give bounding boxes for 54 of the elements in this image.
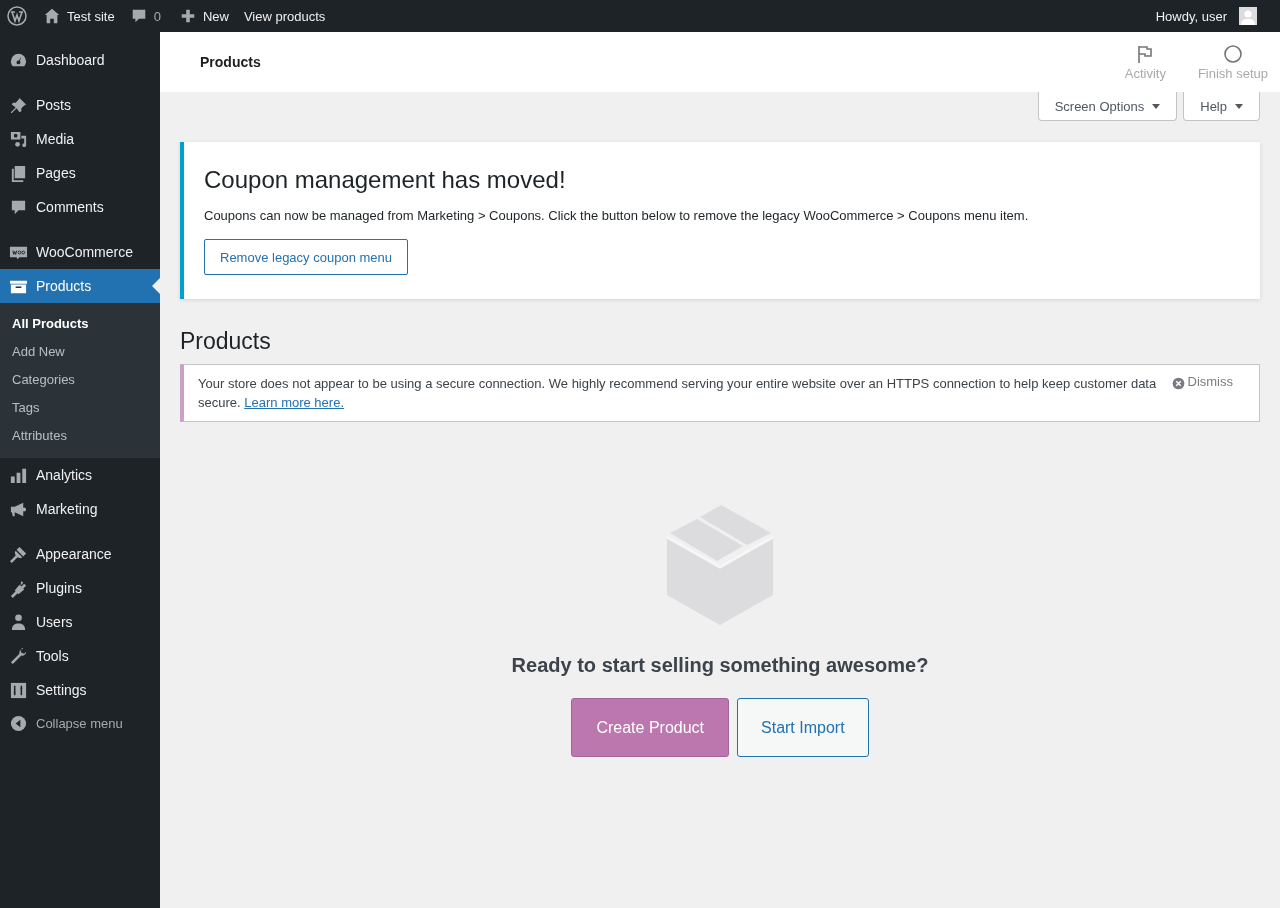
- sidebar-item[interactable]: Posts: [0, 88, 160, 122]
- screen-meta-toggle[interactable]: Help: [1183, 92, 1260, 121]
- pointer-arrow-icon: [152, 278, 160, 294]
- collapse-menu-button[interactable]: Collapse menu: [0, 706, 160, 740]
- notice-text: Your store does not appear to be using a secure connection. We highly recommend serving your entire website over an HTTPS connection to help keep customer data secure. Learn more here.: [198, 375, 1158, 412]
- avatar-icon: [1239, 7, 1257, 25]
- person-icon: [9, 612, 28, 632]
- sidebar-item[interactable]: Settings: [0, 673, 160, 707]
- dismiss-button[interactable]: Dismiss: [1171, 374, 1233, 412]
- sidebar-item[interactable]: Marketing: [0, 492, 160, 526]
- media-icon: [9, 129, 28, 149]
- new-link[interactable]: New: [178, 7, 229, 25]
- comments-link[interactable]: 0: [129, 7, 161, 25]
- left-arrow-circle-icon: [9, 713, 28, 733]
- learn-more-link[interactable]: Learn more here.: [244, 395, 344, 410]
- sidebar-item[interactable]: WooCommerce: [0, 235, 160, 269]
- account-menu[interactable]: Howdy, user: [1155, 7, 1257, 25]
- sliders-icon: [9, 680, 28, 700]
- submenu-item[interactable]: All Products: [0, 310, 160, 338]
- submenu-item[interactable]: Categories: [0, 366, 160, 394]
- remove-menu-button[interactable]: Remove legacy coupon menu: [204, 239, 408, 275]
- notice-text: Coupons can now be managed from Marketing > Coupons. Click the button below to remove the legacy WooCommerce > Coupons menu item.: [204, 208, 1030, 223]
- pushpin-icon: [9, 95, 28, 115]
- sidebar-item[interactable]: Tools: [0, 639, 160, 673]
- plug-icon: [9, 578, 28, 598]
- sidebar-item[interactable]: Media: [0, 122, 160, 156]
- circle-icon: [1222, 43, 1243, 64]
- wrench-icon: [9, 646, 28, 666]
- submenu-item[interactable]: Attributes: [0, 422, 160, 450]
- notice-title: Coupon management has moved!: [204, 166, 567, 194]
- submenu-item[interactable]: Add New: [0, 338, 160, 366]
- sidebar-item[interactable]: Dashboard: [0, 43, 160, 77]
- page-title: Products: [180, 328, 272, 355]
- empty-state-message: Ready to start selling something awesome?: [511, 654, 929, 677]
- submenu-item[interactable]: Tags: [0, 394, 160, 422]
- screen-meta-toggle[interactable]: Screen Options: [1037, 92, 1178, 121]
- start-import-button[interactable]: Start Import: [737, 698, 869, 757]
- header-title: Products: [199, 54, 261, 70]
- sidebar-item[interactable]: Comments: [0, 190, 160, 224]
- sidebar-item[interactable]: Pages: [0, 156, 160, 190]
- sidebar-item[interactable]: Appearance: [0, 537, 160, 571]
- caret-icon: [1152, 103, 1161, 109]
- site-link[interactable]: Test site: [43, 7, 115, 25]
- pages-icon: [9, 163, 28, 183]
- house-icon: [43, 7, 61, 25]
- wordpress-logo-icon[interactable]: [7, 6, 27, 26]
- close-icon: [1171, 377, 1185, 390]
- sidebar-item[interactable]: Products: [0, 269, 160, 303]
- paintbrush-icon: [9, 544, 28, 564]
- caret-icon: [1235, 103, 1243, 109]
- sidebar-item[interactable]: Plugins: [0, 571, 160, 605]
- sidebar-item[interactable]: Analytics: [0, 458, 160, 492]
- view-products-link[interactable]: View products: [243, 8, 326, 24]
- sidebar-item[interactable]: Users: [0, 605, 160, 639]
